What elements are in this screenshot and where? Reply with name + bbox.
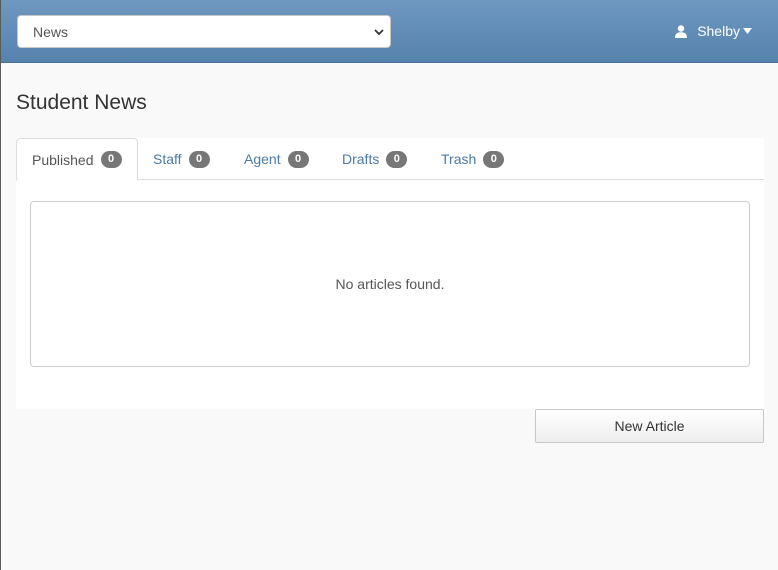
count-badge: 0 [100, 151, 122, 168]
tab-label: Staff [153, 151, 182, 167]
tab-label: Trash [441, 151, 477, 167]
user-menu[interactable]: Shelby [675, 22, 752, 40]
empty-message: No articles found. [335, 276, 445, 292]
user-icon [675, 24, 688, 38]
caret-down-icon [743, 28, 752, 34]
window-edge [0, 0, 1, 570]
tab-published[interactable]: Published 0 [16, 138, 138, 181]
count-badge: 0 [386, 150, 408, 168]
tab-drafts[interactable]: Drafts 0 [327, 138, 422, 180]
section-select[interactable]: News [17, 15, 391, 48]
chevron-down-icon [374, 29, 384, 36]
new-article-button[interactable]: New Article [535, 409, 764, 443]
tab-label: Drafts [342, 151, 380, 167]
articles-list: No articles found. [30, 201, 750, 367]
page-title: Student News [16, 91, 147, 114]
news-panel: Published 0 Staff 0 Agent 0 Drafts 0 Tra… [16, 138, 764, 409]
count-badge: 0 [483, 150, 505, 168]
section-select-value: News [33, 23, 69, 40]
user-name: Shelby [697, 23, 740, 39]
article-tabs: Published 0 Staff 0 Agent 0 Drafts 0 Tra… [16, 138, 764, 181]
tab-label: Agent [244, 151, 281, 167]
tab-label: Published [32, 151, 94, 168]
count-badge: 0 [188, 150, 210, 168]
tab-agent[interactable]: Agent 0 [229, 138, 324, 180]
top-navbar: News Shelby [1, 0, 778, 63]
count-badge: 0 [287, 150, 309, 168]
tab-staff[interactable]: Staff 0 [138, 138, 225, 180]
tab-trash[interactable]: Trash 0 [426, 138, 519, 180]
